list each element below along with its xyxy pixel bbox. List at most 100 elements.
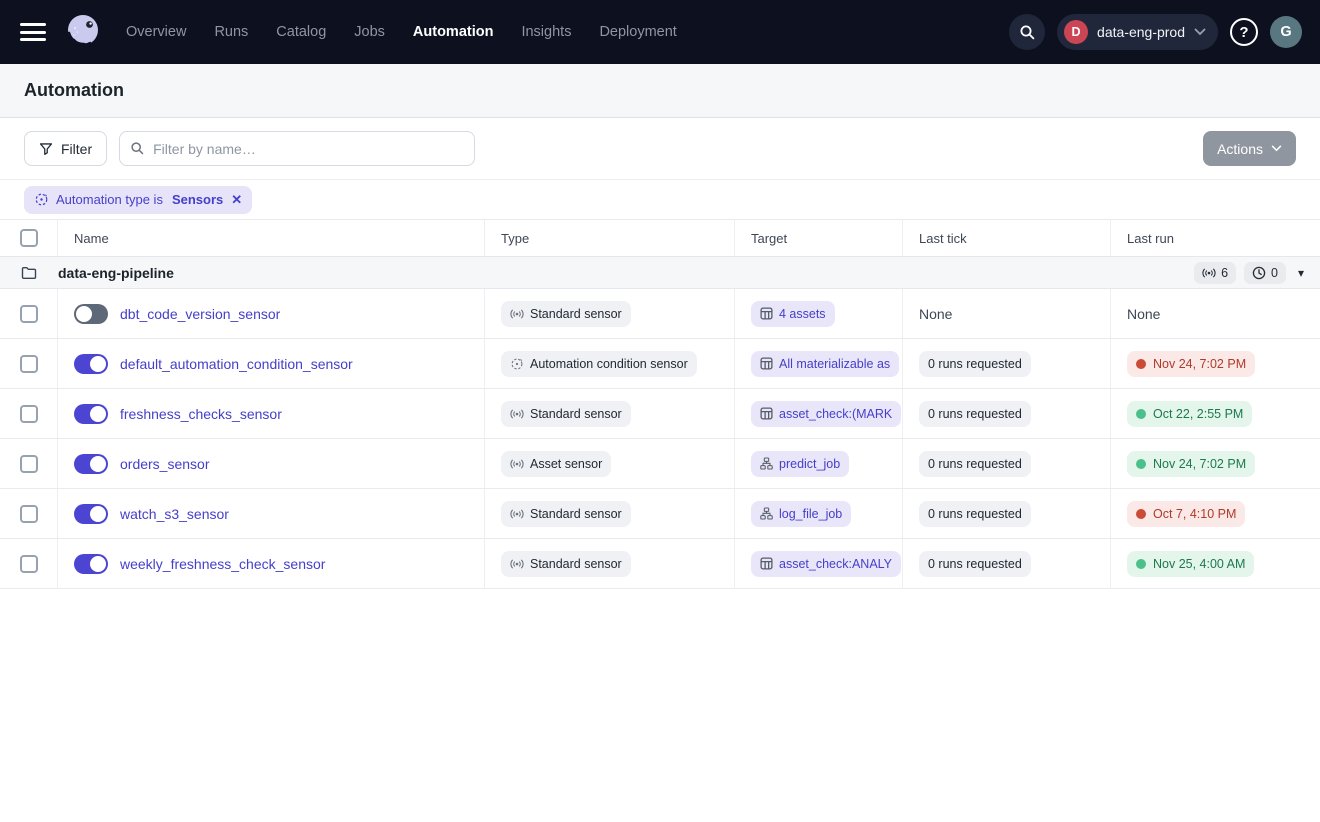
last-run-value: Nov 25, 4:00 AM — [1153, 557, 1245, 571]
last-run-badge[interactable]: Nov 25, 4:00 AM — [1127, 551, 1254, 577]
row-checkbox[interactable] — [20, 505, 38, 523]
sensor-type-badge: Standard sensor — [501, 501, 631, 527]
sensor-count: 6 — [1221, 266, 1228, 280]
nav-item-automation[interactable]: Automation — [413, 24, 494, 40]
target-label: asset_check:ANALY — [779, 557, 892, 571]
sensor-type-badge: Asset sensor — [501, 451, 611, 477]
global-search-button[interactable] — [1009, 14, 1045, 50]
actions-button[interactable]: Actions — [1203, 131, 1296, 166]
close-icon[interactable]: ✕ — [231, 192, 242, 208]
column-header-last-run: Last run — [1111, 220, 1320, 256]
asset-icon — [760, 407, 773, 420]
automation-condition-icon — [34, 192, 49, 207]
workspace-avatar: D — [1064, 20, 1088, 44]
table-row: weekly_freshness_check_sensor Standard s… — [0, 539, 1320, 589]
last-run-value: Oct 7, 4:10 PM — [1153, 507, 1236, 521]
last-tick-value: 0 runs requested — [928, 357, 1022, 371]
sensor-toggle[interactable] — [74, 554, 108, 574]
row-checkbox[interactable] — [20, 305, 38, 323]
filter-button[interactable]: Filter — [24, 131, 107, 166]
run-status-dot — [1136, 359, 1146, 369]
filter-chip-prefix: Automation type is — [56, 192, 163, 207]
clock-icon — [1252, 266, 1266, 280]
sensor-type-badge: Standard sensor — [501, 551, 631, 577]
chevron-down-icon — [1194, 28, 1206, 36]
sensor-toggle[interactable] — [74, 454, 108, 474]
column-header-type: Type — [485, 220, 735, 256]
target-badge[interactable]: asset_check:(MARK — [751, 401, 901, 427]
nav-item-overview[interactable]: Overview — [126, 24, 186, 40]
job-icon — [760, 457, 773, 470]
dagster-logo-icon[interactable] — [62, 11, 104, 53]
last-tick-value: 0 runs requested — [928, 557, 1022, 571]
target-badge[interactable]: log_file_job — [751, 501, 851, 527]
sensor-name-link[interactable]: freshness_checks_sensor — [120, 406, 282, 422]
last-run-value: Nov 24, 7:02 PM — [1153, 457, 1246, 471]
chevron-down-icon — [1271, 145, 1282, 152]
nav-item-jobs[interactable]: Jobs — [354, 24, 385, 40]
sensor-name-link[interactable]: orders_sensor — [120, 456, 210, 472]
help-icon[interactable]: ? — [1230, 18, 1258, 46]
nav-item-catalog[interactable]: Catalog — [276, 24, 326, 40]
filter-chip-automation-type[interactable]: Automation type is Sensors ✕ — [24, 186, 252, 214]
job-icon — [760, 507, 773, 520]
last-run-value: Oct 22, 2:55 PM — [1153, 407, 1243, 421]
last-run-badge[interactable]: Oct 7, 4:10 PM — [1127, 501, 1245, 527]
sensor-type-label: Standard sensor — [530, 307, 622, 321]
sensor-type-label: Standard sensor — [530, 557, 622, 571]
nav-item-runs[interactable]: Runs — [214, 24, 248, 40]
target-badge[interactable]: asset_check:ANALY — [751, 551, 901, 577]
table-row: orders_sensor Asset sensor predict_job 0… — [0, 439, 1320, 489]
target-label: log_file_job — [779, 507, 842, 521]
last-run-badge[interactable]: Nov 24, 7:02 PM — [1127, 451, 1255, 477]
last-run-badge[interactable]: Oct 22, 2:55 PM — [1127, 401, 1252, 427]
active-filters-row: Automation type is Sensors ✕ — [0, 180, 1320, 220]
sensor-name-link[interactable]: default_automation_condition_sensor — [120, 356, 353, 372]
sensor-type-badge: Standard sensor — [501, 401, 631, 427]
collapse-group-caret-icon[interactable]: ▾ — [1298, 266, 1304, 280]
select-all-checkbox[interactable] — [20, 229, 38, 247]
target-badge[interactable]: 4 assets — [751, 301, 835, 327]
row-checkbox[interactable] — [20, 355, 38, 373]
target-badge[interactable]: All materializable as — [751, 351, 899, 377]
search-icon — [1019, 24, 1036, 41]
nav-item-insights[interactable]: Insights — [521, 24, 571, 40]
sensor-type-label: Asset sensor — [530, 457, 602, 471]
sensor-icon — [510, 408, 524, 420]
target-badge[interactable]: predict_job — [751, 451, 849, 477]
sensor-name-link[interactable]: watch_s3_sensor — [120, 506, 229, 522]
sensor-icon — [510, 558, 524, 570]
sensor-toggle[interactable] — [74, 504, 108, 524]
row-checkbox[interactable] — [20, 455, 38, 473]
code-location-name: data-eng-pipeline — [58, 265, 174, 281]
main-nav: Overview Runs Catalog Jobs Automation In… — [126, 24, 677, 40]
workspace-switcher[interactable]: D data-eng-prod — [1057, 14, 1218, 50]
last-tick-value: 0 runs requested — [928, 507, 1022, 521]
last-tick-badge: 0 runs requested — [919, 551, 1031, 577]
sensor-toggle[interactable] — [74, 304, 108, 324]
sensor-type-label: Standard sensor — [530, 407, 622, 421]
row-checkbox[interactable] — [20, 555, 38, 573]
sensor-type-badge: Automation condition sensor — [501, 351, 697, 377]
filter-by-name-input[interactable] — [153, 141, 464, 157]
sensor-toggle[interactable] — [74, 404, 108, 424]
sensor-icon — [510, 308, 524, 320]
workspace-name: data-eng-prod — [1097, 24, 1185, 40]
sensor-name-link[interactable]: weekly_freshness_check_sensor — [120, 556, 325, 572]
nav-item-deployment[interactable]: Deployment — [599, 24, 676, 40]
user-avatar[interactable]: G — [1270, 16, 1302, 48]
sensor-toggle[interactable] — [74, 354, 108, 374]
run-status-dot — [1136, 559, 1146, 569]
target-label: All materializable as — [779, 357, 890, 371]
last-run-value: None — [1127, 306, 1160, 322]
row-checkbox[interactable] — [20, 405, 38, 423]
name-search-box — [119, 131, 475, 166]
schedule-count: 0 — [1271, 266, 1278, 280]
sensor-name-link[interactable]: dbt_code_version_sensor — [120, 306, 280, 322]
actions-button-label: Actions — [1217, 141, 1263, 157]
menu-icon[interactable] — [20, 23, 46, 41]
last-tick-badge: 0 runs requested — [919, 401, 1031, 427]
last-run-badge[interactable]: Nov 24, 7:02 PM — [1127, 351, 1255, 377]
code-location-group-row[interactable]: data-eng-pipeline 6 0 ▾ — [0, 257, 1320, 289]
column-header-name: Name — [58, 220, 485, 256]
